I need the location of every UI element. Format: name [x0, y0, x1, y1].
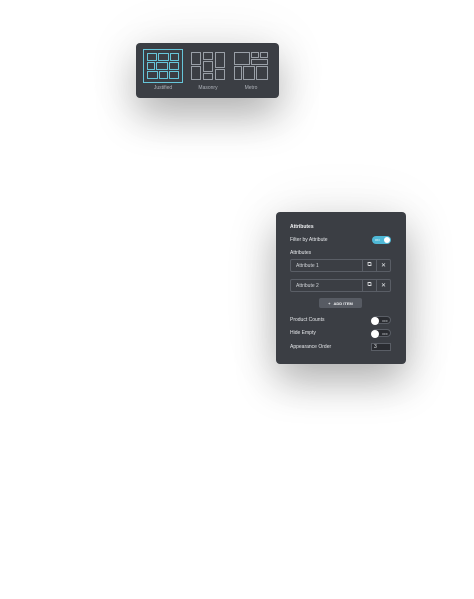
justified-layout-icon — [143, 49, 183, 83]
layout-option-justified[interactable]: Justified — [143, 49, 183, 91]
attribute-item-label: Attribute 2 — [296, 282, 319, 289]
filter-by-attribute-label: Filter by Attribute — [290, 237, 328, 243]
attribute-item-label: Attribute 1 — [296, 262, 319, 269]
attributes-panel: Attributes Filter by Attribute ON Attrib… — [276, 212, 406, 364]
attributes-label: Attributes — [290, 250, 312, 256]
copy-icon[interactable]: ⧉ — [362, 280, 376, 291]
filter-by-attribute-toggle[interactable]: ON — [372, 236, 391, 244]
layout-option-label: Masonry — [198, 85, 218, 91]
appearance-order-label: Appearance Order — [290, 344, 332, 350]
appearance-order-input[interactable]: 3 — [371, 343, 391, 351]
add-item-label: ADD ITEM — [333, 300, 353, 306]
toggle-knob — [371, 330, 379, 338]
hide-empty-label: Hide Empty — [290, 330, 316, 336]
toggle-state-text: OFF — [382, 332, 388, 336]
add-item-button[interactable]: + ADD ITEM — [319, 298, 362, 308]
close-icon[interactable]: ✕ — [376, 280, 390, 291]
product-counts-label: Product Counts — [290, 317, 325, 323]
attribute-item[interactable]: Attribute 2 ⧉ ✕ — [290, 279, 391, 292]
plus-icon: + — [328, 300, 331, 306]
attribute-item[interactable]: Attribute 1 ⧉ ✕ — [290, 259, 391, 272]
toggle-state-text: OFF — [382, 319, 388, 323]
layout-option-metro[interactable]: Metro — [233, 51, 269, 91]
layout-picker-panel: Justified Masonry Metro — [136, 43, 279, 98]
metro-layout-icon — [233, 51, 269, 81]
panel-title: Attributes — [290, 224, 314, 230]
close-icon[interactable]: ✕ — [376, 260, 390, 271]
product-counts-toggle[interactable]: OFF — [371, 316, 391, 325]
layout-option-label: Metro — [244, 85, 258, 91]
layout-option-masonry[interactable]: Masonry — [190, 51, 226, 91]
hide-empty-toggle[interactable]: OFF — [371, 329, 391, 338]
copy-icon[interactable]: ⧉ — [362, 260, 376, 271]
masonry-layout-icon — [190, 51, 226, 81]
toggle-knob — [384, 237, 390, 243]
toggle-state-text: ON — [375, 238, 380, 242]
toggle-knob — [371, 317, 379, 325]
layout-option-label: Justified — [153, 85, 173, 91]
